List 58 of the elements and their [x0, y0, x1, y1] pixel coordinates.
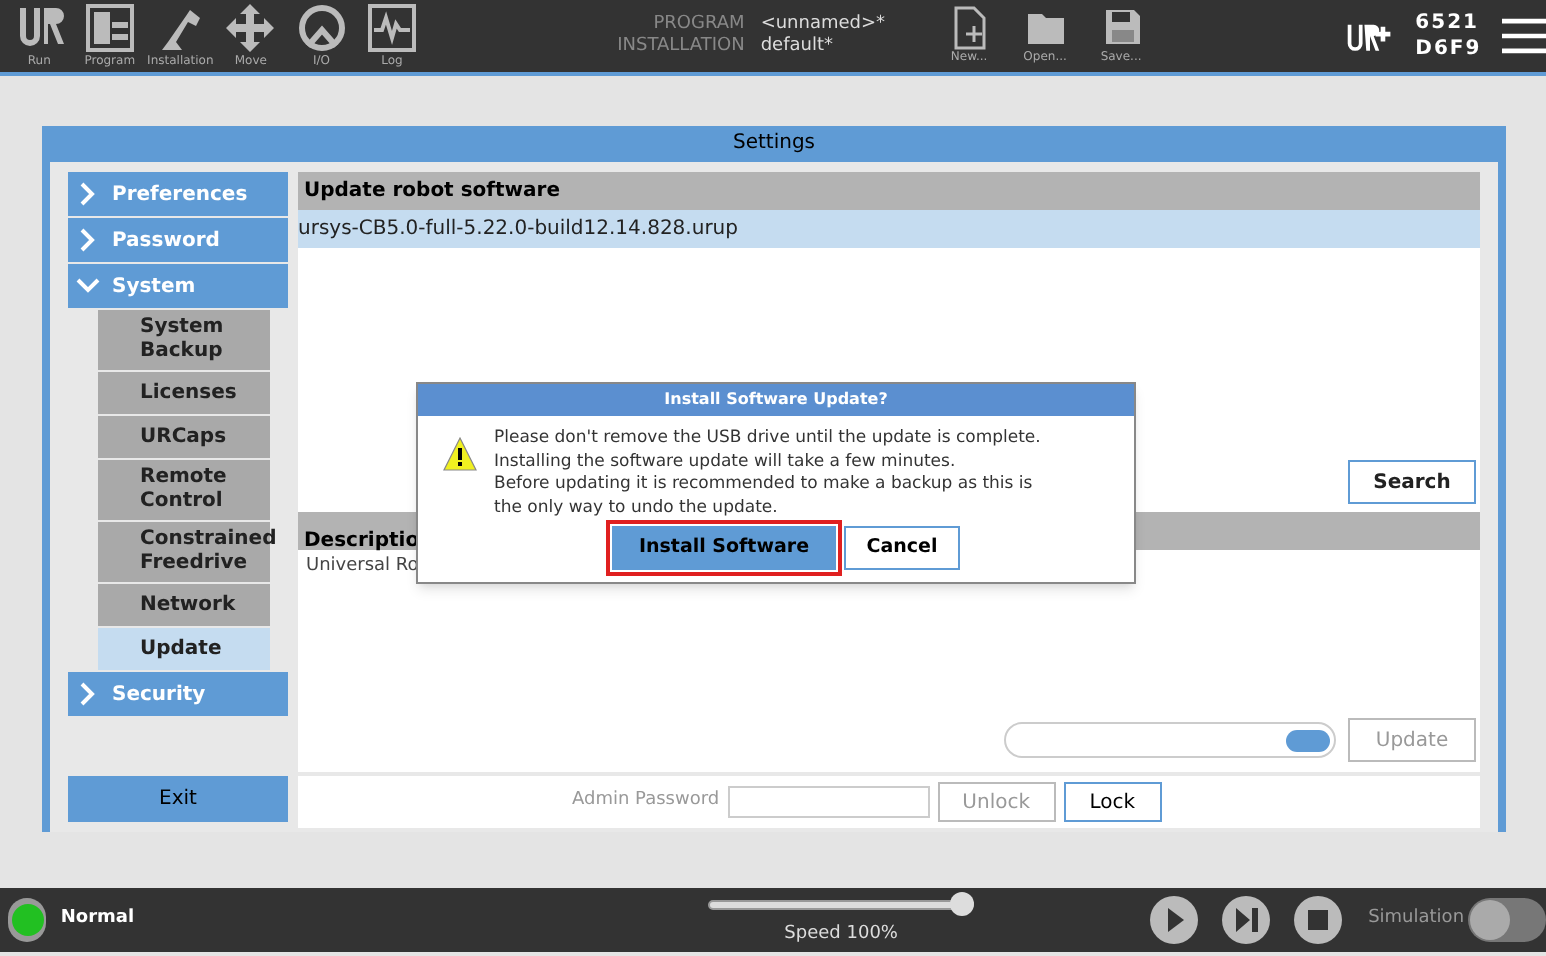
simulation-label: Simulation — [1368, 906, 1465, 933]
new-file-icon — [949, 6, 990, 50]
dialog-title: Install Software Update? — [418, 384, 1134, 416]
warning-icon — [442, 436, 478, 472]
dialog-button[interactable]: Install Software — [612, 526, 836, 570]
speed-label: Speed 100% — [784, 924, 898, 944]
sidebar-category[interactable]: Preferences — [68, 172, 288, 216]
sidebar-item[interactable]: Remote Control — [98, 460, 270, 520]
move-arrows-icon — [224, 2, 277, 54]
password-label: Admin Password — [572, 788, 720, 815]
list-icon — [83, 2, 136, 54]
sidebar-item[interactable]: Network — [98, 584, 270, 626]
panel-title: Settings — [730, 130, 817, 158]
playback-button[interactable] — [1294, 896, 1343, 944]
speed-slider[interactable] — [708, 892, 975, 916]
search-button[interactable]: Search — [1348, 460, 1476, 504]
gauge-icon — [295, 2, 348, 54]
sidebar-category[interactable]: Password — [68, 218, 288, 262]
sidebar-item[interactable]: Update — [98, 628, 270, 670]
exit-button[interactable]: Exit — [68, 776, 288, 822]
dialog-button[interactable]: Cancel — [844, 526, 960, 570]
unlock-button[interactable]: Unlock — [937, 782, 1056, 822]
program-label: PROGRAM — [651, 14, 745, 36]
sidebar-item[interactable]: Constrained Freedrive — [98, 522, 270, 582]
file-row[interactable]: ursys-CB5.0-full-5.22.0-build12.14.828.urup — [298, 210, 1480, 248]
sidebar-category[interactable]: Security — [68, 672, 288, 716]
dialog-message: the only way to undo the update. — [494, 497, 780, 520]
dialog-message: Please don't remove the USB drive until the update is complete. — [494, 428, 1041, 451]
chevron-right-icon — [76, 182, 100, 206]
serial-code: D6F9 — [1415, 36, 1482, 62]
chevron-right-icon — [76, 682, 100, 706]
update-button[interactable]: Update — [1348, 718, 1476, 762]
sidebar-item[interactable]: System Backup — [98, 310, 270, 370]
sidebar-item[interactable]: URCaps — [98, 416, 270, 458]
sidebar-item[interactable]: Licenses — [98, 372, 270, 414]
serial-code: 6521 — [1415, 10, 1482, 36]
dialog-message: Installing the software update will take a few minutes. — [494, 451, 958, 474]
status-text: Normal — [60, 906, 135, 933]
chevron-right-icon — [76, 228, 100, 252]
installation-label: INSTALLATION — [617, 36, 745, 58]
speed-thumb[interactable] — [950, 892, 975, 916]
waveform-icon — [365, 2, 418, 54]
chevron-down-icon — [76, 274, 100, 298]
installation-name: default* — [760, 36, 835, 58]
step-icon — [1222, 896, 1271, 944]
password-field[interactable] — [727, 786, 930, 818]
section-header: Update robot software — [298, 172, 1480, 210]
stop-icon — [1294, 896, 1343, 944]
dialog-message: Before updating it is recommended to make a backup as this is — [494, 474, 1035, 497]
playback-button[interactable] — [1222, 896, 1271, 944]
lock-button[interactable]: Lock — [1063, 782, 1162, 822]
program-name: <unnamed>* — [760, 14, 886, 36]
playback-button[interactable] — [1150, 896, 1199, 944]
section-header: Descriptio — [304, 530, 420, 552]
simulation-toggle[interactable] — [1468, 898, 1546, 942]
play-icon — [1150, 896, 1199, 944]
menu-icon — [1501, 16, 1546, 56]
sidebar-category[interactable]: System — [68, 264, 288, 308]
